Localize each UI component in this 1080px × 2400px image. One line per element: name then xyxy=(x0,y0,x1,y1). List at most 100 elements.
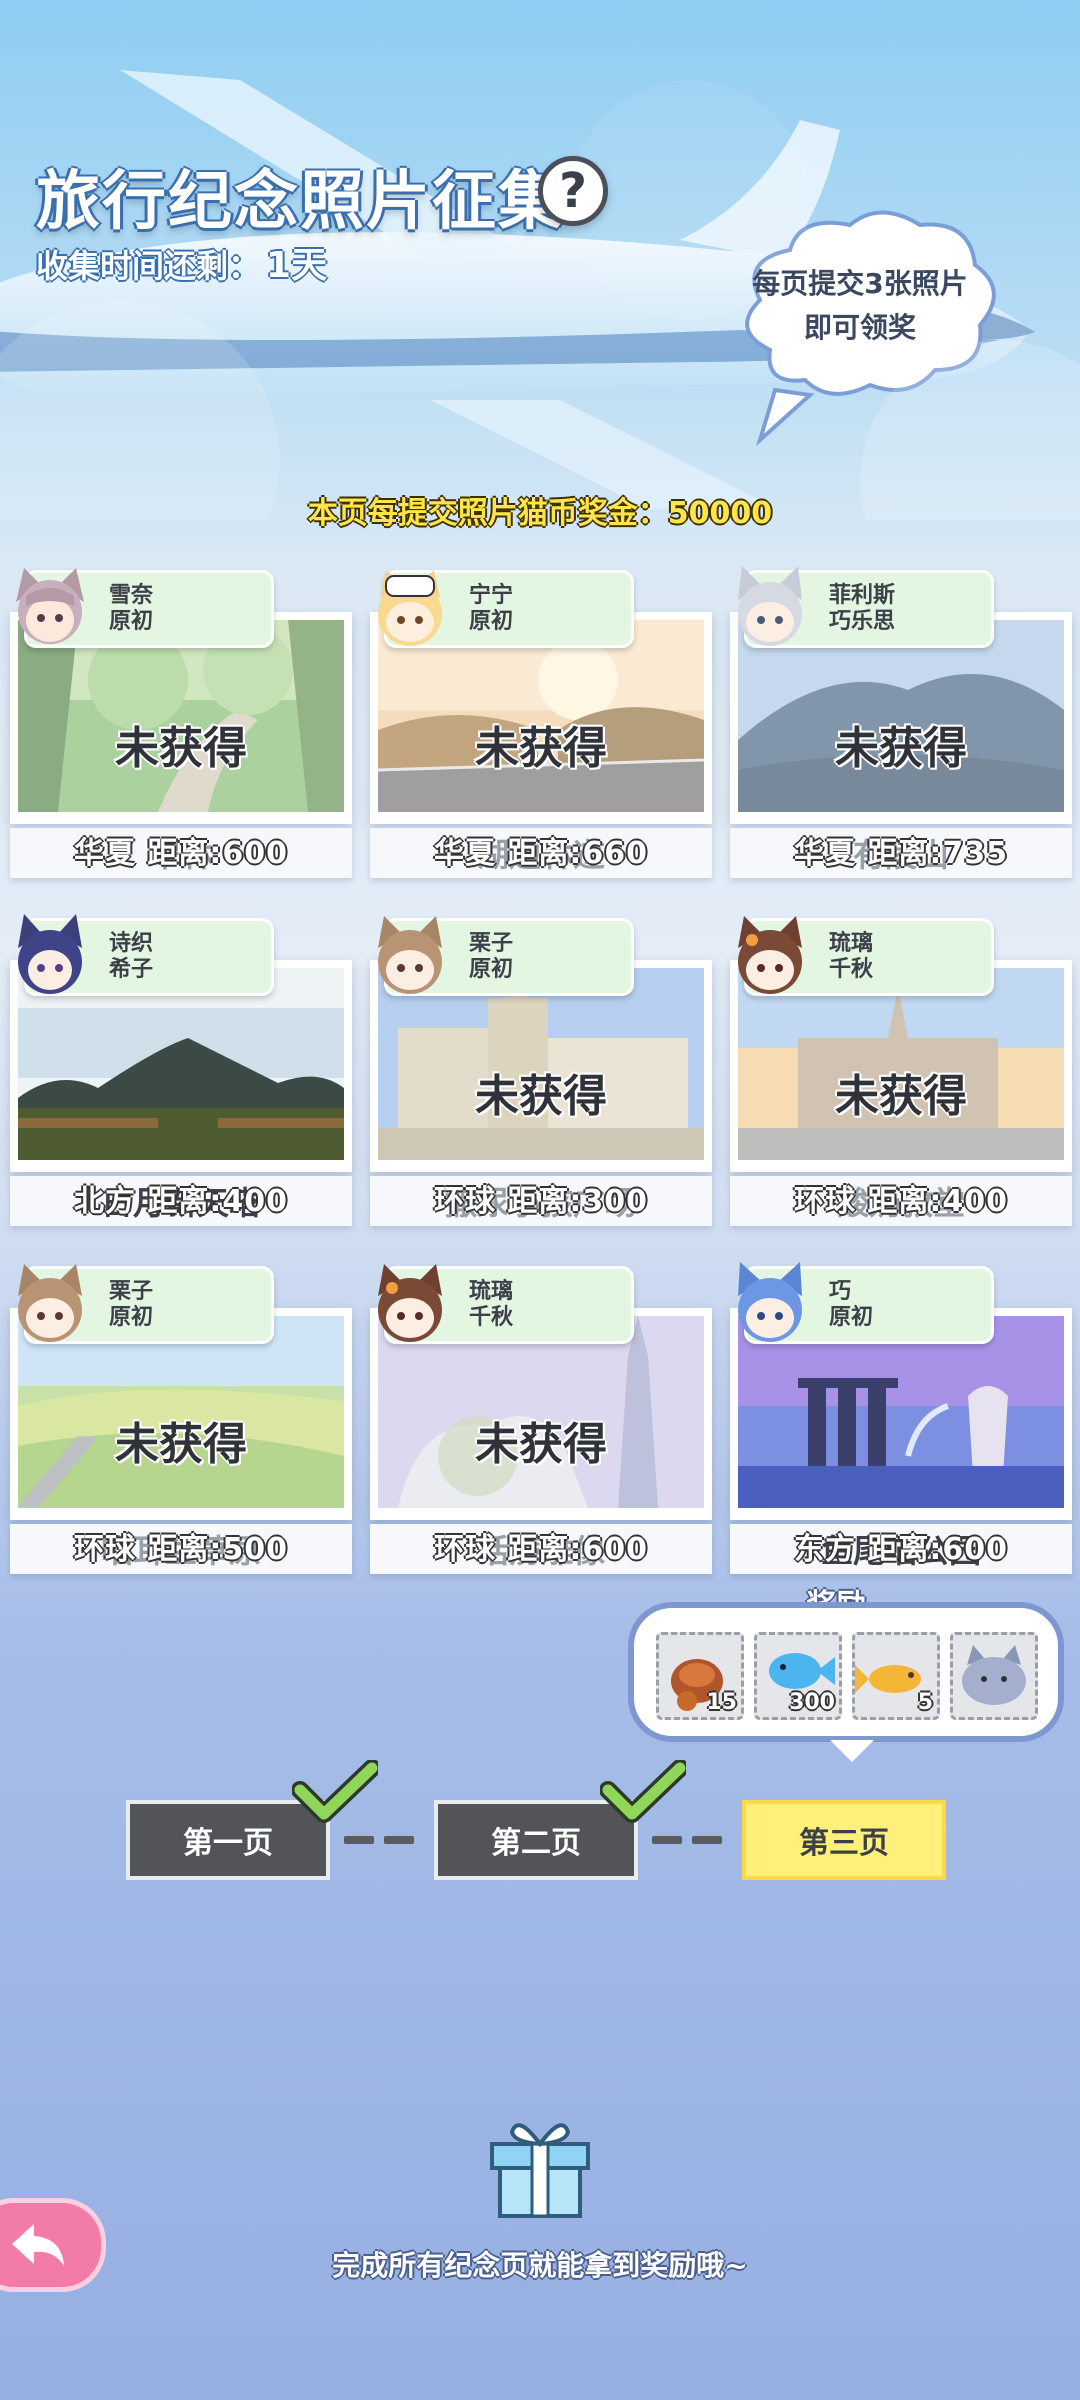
locked-label: 未获得 xyxy=(115,1419,247,1470)
back-button[interactable] xyxy=(0,2198,106,2292)
character-variant: 原初 xyxy=(109,1305,154,1330)
reward-item[interactable]: 5 xyxy=(852,1632,940,1720)
back-arrow-icon xyxy=(12,2224,64,2266)
region-distance: 环球 距离:500 xyxy=(10,1524,352,1568)
reward-item[interactable]: 15 xyxy=(656,1632,744,1720)
locked-label: 未获得 xyxy=(475,1419,607,1470)
reward-item[interactable] xyxy=(950,1632,1038,1720)
locked-label: 未获得 xyxy=(115,723,247,774)
character-variant: 原初 xyxy=(469,957,514,982)
character-variant: 原初 xyxy=(829,1305,874,1330)
reward-count: 5 xyxy=(917,1690,933,1715)
character-name: 宁宁 xyxy=(469,583,514,608)
reward-count: 300 xyxy=(789,1690,835,1715)
tip-line-1: 每页提交3张照片 xyxy=(752,267,968,300)
distance: 距离:660 xyxy=(507,836,649,871)
countdown-label: 收集时间还剩： xyxy=(36,247,261,285)
character-name: 琉璃 xyxy=(469,1279,514,1304)
cat-plush-icon xyxy=(962,1645,1026,1705)
completion-hint: 完成所有纪念页就能拿到奖励哦~ xyxy=(332,2249,748,2282)
locked-label: 未获得 xyxy=(835,723,967,774)
check-icon xyxy=(292,1760,378,1823)
tip-bubble: 每页提交3张照片 即可领奖 xyxy=(745,262,975,350)
region: 华夏 xyxy=(433,836,496,871)
photo-card-lakeside-trail[interactable]: 宁宁 原初 未获得 华夏 距离:660 湖边林道 xyxy=(370,570,712,880)
photo-card-yogurt-church[interactable]: 琉璃 千秋 未获得 环球 距离:400 酸奶教堂 xyxy=(730,916,1072,1228)
character-avatar xyxy=(18,914,82,994)
distance: 距离:735 xyxy=(867,836,1009,871)
distance: 距离:400 xyxy=(867,1184,1009,1219)
region-distance: 北方 距离:400 xyxy=(10,1176,352,1220)
region: 环球 xyxy=(433,1532,496,1567)
region: 东方 xyxy=(793,1532,856,1567)
region-distance: 华夏 距离:600 xyxy=(10,828,352,872)
region-distance: 环球 距离:600 xyxy=(370,1524,712,1568)
character-variant: 原初 xyxy=(109,609,154,634)
reward-item[interactable]: 300 xyxy=(754,1632,842,1720)
region: 华夏 xyxy=(793,836,856,871)
character-avatar xyxy=(738,916,802,994)
photo-card-manneken-square[interactable]: 栗子 原初 未获得 环球 距离:300 撒尿小孩广场 xyxy=(370,916,712,1228)
countdown-value: 1天 xyxy=(266,245,328,286)
character-avatar xyxy=(738,566,802,646)
character-variant: 巧乐思 xyxy=(829,609,896,634)
help-button[interactable]: ? xyxy=(538,156,608,226)
region: 环球 xyxy=(73,1532,136,1567)
region-distance: 华夏 距离:735 xyxy=(730,828,1072,872)
distance: 距离:600 xyxy=(867,1532,1009,1567)
character-avatar xyxy=(378,570,442,646)
page-title: 旅行纪念照片征集 xyxy=(36,165,564,239)
photo-card-youling-mountain[interactable]: 菲利斯 巧乐思 未获得 华夏 距离:735 有陵山 xyxy=(730,566,1072,880)
character-avatar xyxy=(738,1262,802,1342)
character-name: 巧 xyxy=(829,1279,852,1304)
photo-card-sun-moon-tower[interactable]: 诗织 希子 北方 距离:400 日月新天塔 xyxy=(10,914,352,1228)
photo-card-meower-grassland[interactable]: 栗子 原初 未获得 环球 距离:500 喵耳兰草原 xyxy=(10,1264,352,1576)
character-avatar xyxy=(378,916,442,994)
tip-line-2: 即可领奖 xyxy=(803,311,916,344)
character-name: 菲利斯 xyxy=(829,583,896,608)
gift-box-icon[interactable] xyxy=(484,2108,596,2220)
dash xyxy=(344,1836,374,1844)
character-name: 琉璃 xyxy=(829,931,874,956)
dash xyxy=(384,1836,414,1844)
character-avatar xyxy=(18,1264,82,1342)
character-variant: 千秋 xyxy=(469,1305,514,1330)
distance: 距离:300 xyxy=(507,1184,649,1219)
region: 北方 xyxy=(73,1184,136,1219)
photo-card-chatter-statue[interactable]: 琉璃 千秋 未获得 环球 距离:600 话痨雕像 xyxy=(370,1264,712,1576)
bonus-text: 本页每提交照片猫币奖金：50000 xyxy=(307,496,773,531)
locked-label: 未获得 xyxy=(475,723,607,774)
distance: 距离:600 xyxy=(147,836,289,871)
photo-card-cuilin[interactable]: 雪奈 原初 未获得 华夏 距离:600 翠林 xyxy=(10,568,352,880)
page-tab-3[interactable]: 第三页 xyxy=(742,1800,946,1880)
distance: 距离:500 xyxy=(147,1532,289,1567)
region-distance: 华夏 距离:660 xyxy=(370,828,712,872)
region: 环球 xyxy=(793,1184,856,1219)
dash xyxy=(652,1836,682,1844)
character-variant: 千秋 xyxy=(829,957,874,982)
distance: 距离:600 xyxy=(507,1532,649,1567)
region-distance: 环球 距离:300 xyxy=(370,1176,712,1220)
character-variant: 希子 xyxy=(109,957,154,982)
character-name: 栗子 xyxy=(469,931,514,956)
reward-panel: 15 300 5 xyxy=(628,1602,1064,1762)
region: 环球 xyxy=(433,1184,496,1219)
distance: 距离:400 xyxy=(147,1184,289,1219)
region-distance: 东方 距离:600 xyxy=(730,1524,1072,1568)
character-name: 雪奈 xyxy=(109,583,154,608)
locked-label: 未获得 xyxy=(475,1071,607,1122)
character-name: 栗子 xyxy=(109,1279,154,1304)
check-icon xyxy=(600,1760,686,1823)
countdown: 收集时间还剩： 1天 xyxy=(36,236,327,288)
character-variant: 原初 xyxy=(469,609,514,634)
character-name: 诗织 xyxy=(109,931,154,956)
region-distance: 环球 距离:400 xyxy=(730,1176,1072,1220)
reward-count: 15 xyxy=(706,1690,737,1715)
locked-label: 未获得 xyxy=(835,1071,967,1122)
character-avatar xyxy=(378,1264,442,1342)
region: 华夏 xyxy=(73,836,136,871)
question-mark-icon: ? xyxy=(559,163,587,219)
photo-card-merlion-park[interactable]: 巧原初 东方 距离:600 鱼尾喵公园 xyxy=(730,1262,1072,1576)
photo-collection-screen: 旅行纪念照片征集 ? 收集时间还剩： 1天 每页提交3张照片 即可领奖 本页每提交… xyxy=(0,0,1080,2400)
dash xyxy=(692,1836,722,1844)
